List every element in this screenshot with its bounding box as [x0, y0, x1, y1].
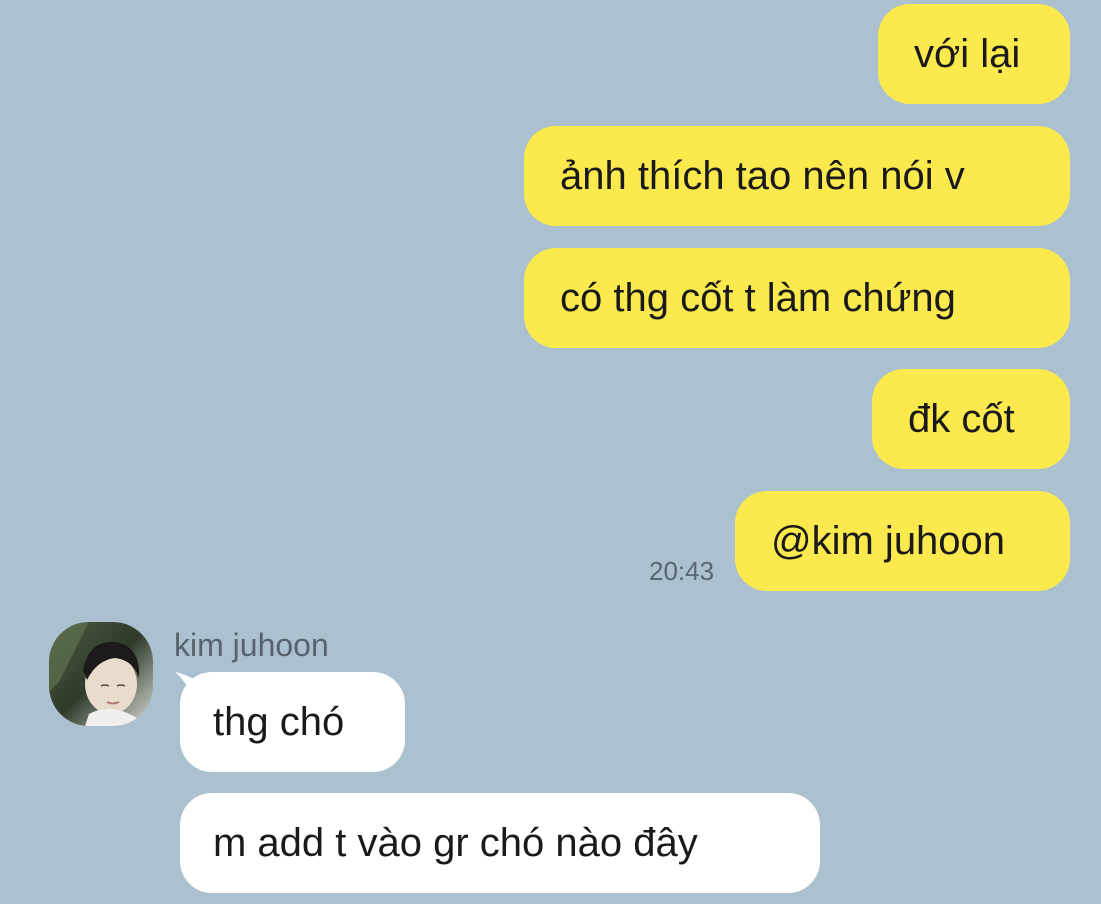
- sender-avatar[interactable]: [49, 622, 153, 726]
- chat-window: với lại ảnh thích tao nên nói v có thg c…: [0, 0, 1101, 904]
- sent-message-bubble[interactable]: @kim juhoon: [735, 491, 1070, 591]
- received-message-bubble[interactable]: thg chó: [180, 672, 405, 772]
- message-timestamp: 20:43: [649, 556, 715, 586]
- sent-message-bubble[interactable]: có thg cốt t làm chứng: [524, 248, 1070, 348]
- sent-message-bubble[interactable]: với lại: [878, 4, 1070, 104]
- profile-photo-avatar-icon: [49, 622, 153, 726]
- sender-name: kim juhoon: [174, 627, 329, 663]
- sent-message-bubble[interactable]: ảnh thích tao nên nói v: [524, 126, 1070, 226]
- received-message-bubble[interactable]: m add t vào gr chó nào đây: [180, 793, 820, 893]
- sent-message-bubble[interactable]: đk cốt: [872, 369, 1070, 469]
